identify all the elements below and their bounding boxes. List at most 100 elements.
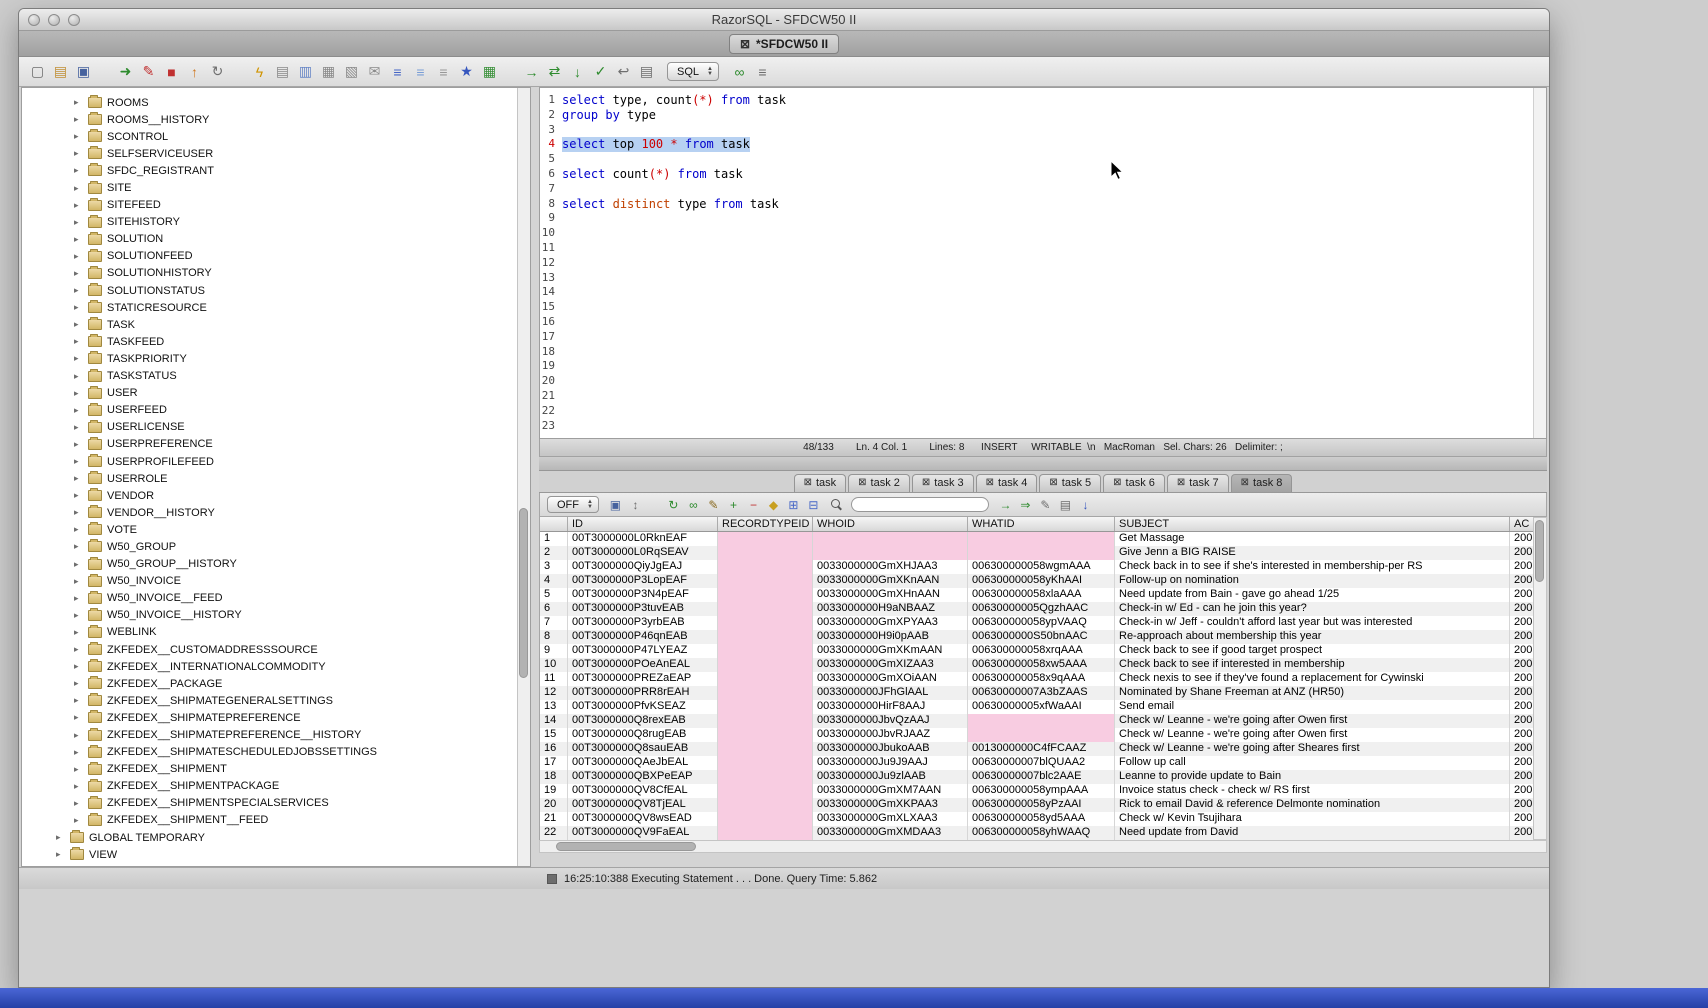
table-cell[interactable]: 006300000058xw5AAA [968, 658, 1115, 672]
command-list-icon[interactable]: ≡ [753, 62, 772, 81]
table-cell[interactable]: Check back in to see if she's interested… [1115, 560, 1510, 574]
column-header-whoid[interactable]: WHOID [813, 517, 968, 531]
table-cell[interactable]: Check-in w/ Jeff - couldn't afford last … [1115, 616, 1510, 630]
table-cell[interactable]: 00T3000000QAeJbEAL [568, 756, 718, 770]
table-cell[interactable]: 0033000000GmXIZAA3 [813, 658, 968, 672]
table-row[interactable]: 1000T3000000POeAnEAL0033000000GmXIZAA300… [540, 658, 1533, 672]
tree-item[interactable]: ▸ZKFEDEX__CUSTOMADDRESSSOURCE [22, 641, 517, 658]
table-cell[interactable]: 0033000000GmXMDAA3 [813, 826, 968, 840]
row-number-cell[interactable]: 15 [540, 728, 568, 742]
results-tab[interactable]: ⊠task 7 [1167, 474, 1229, 492]
disclosure-triangle-icon[interactable]: ▸ [74, 644, 83, 655]
table-cell[interactable] [718, 574, 813, 588]
go-forward-icon[interactable]: → [522, 62, 541, 81]
table-cell[interactable]: 200 [1510, 826, 1533, 840]
row-number-cell[interactable]: 4 [540, 574, 568, 588]
disclosure-triangle-icon[interactable]: ▸ [74, 251, 83, 262]
row-number-cell[interactable]: 11 [540, 672, 568, 686]
tree-item[interactable]: ▸ROOMS [22, 94, 517, 111]
table-cell[interactable] [718, 616, 813, 630]
row-number-cell[interactable]: 9 [540, 644, 568, 658]
tree-item[interactable]: ▸ZKFEDEX__SHIPMATEGENERALSETTINGS [22, 692, 517, 709]
table-cell[interactable]: 00T3000000P3yrbEAB [568, 616, 718, 630]
view-text-icon[interactable]: ▤ [1057, 496, 1074, 513]
paste-grid-icon[interactable]: ⊟ [805, 496, 822, 513]
document-tab[interactable]: ⊠ *SFDCW50 II [729, 34, 839, 54]
favorites-icon[interactable]: ★ [457, 62, 476, 81]
table-cell[interactable]: Re-approach about membership this year [1115, 630, 1510, 644]
email-results-icon[interactable]: ✉ [365, 62, 384, 81]
table-cell[interactable]: 00T3000000QV8wsEAD [568, 812, 718, 826]
disclosure-triangle-icon[interactable]: ▸ [74, 747, 83, 758]
table-cell[interactable]: 0033000000H9i0pAAB [813, 630, 968, 644]
table-cell[interactable] [813, 546, 968, 560]
copy-grid-icon[interactable]: ⊞ [785, 496, 802, 513]
table-cell[interactable]: 00T3000000POeAnEAL [568, 658, 718, 672]
tree-item[interactable]: ▸ROOMS__HISTORY [22, 111, 517, 128]
table-cell[interactable] [718, 714, 813, 728]
table-cell[interactable]: 0033000000GmXHnAAN [813, 588, 968, 602]
disclosure-triangle-icon[interactable]: ▸ [74, 336, 83, 347]
table-cell[interactable]: 200 [1510, 630, 1533, 644]
tree-item[interactable]: ▸USERPROFILEFEED [22, 453, 517, 470]
table-cell[interactable]: 0033000000GmXM7AAN [813, 784, 968, 798]
close-tab-icon[interactable]: ⊠ [740, 38, 750, 50]
row-number-cell[interactable]: 12 [540, 686, 568, 700]
disclosure-triangle-icon[interactable]: ▸ [56, 832, 65, 843]
line-text[interactable]: select count(*) from task [562, 167, 743, 182]
table-cell[interactable]: Leanne to provide update to Bain [1115, 770, 1510, 784]
table-cell[interactable]: 00630000005QgzhAAC [968, 602, 1115, 616]
disclosure-triangle-icon[interactable]: ▸ [74, 541, 83, 552]
table-cell[interactable]: 00630000005xfWaAAI [968, 700, 1115, 714]
disclosure-triangle-icon[interactable]: ▸ [74, 388, 83, 399]
tree-item[interactable]: ▸SITEHISTORY [22, 214, 517, 231]
table-cell[interactable]: 00T3000000L0RqSEAV [568, 546, 718, 560]
table-cell[interactable]: 200 [1510, 812, 1533, 826]
table-row[interactable]: 900T3000000P47LYEAZ0033000000GmXKmAAN006… [540, 644, 1533, 658]
disclosure-triangle-icon[interactable]: ▸ [74, 131, 83, 142]
table-row[interactable]: 1600T3000000Q8sauEAB0033000000JbukoAAB00… [540, 742, 1533, 756]
disclosure-triangle-icon[interactable]: ▸ [74, 559, 83, 570]
disclosure-triangle-icon[interactable]: ▸ [74, 730, 83, 741]
row-number-cell[interactable]: 8 [540, 630, 568, 644]
table-cell[interactable] [718, 798, 813, 812]
table-cell[interactable]: 0033000000GmXKnAAN [813, 574, 968, 588]
table-horizontal-scrollbar[interactable] [539, 840, 1547, 853]
tree-item[interactable]: ▸TASKPRIORITY [22, 350, 517, 367]
tree-item[interactable]: ▸W50_INVOICE [22, 573, 517, 590]
table-row[interactable]: 400T3000000P3LopEAF0033000000GmXKnAAN006… [540, 574, 1533, 588]
filter-go-icon[interactable]: → [997, 496, 1014, 513]
table-row[interactable]: 2000T3000000QV8TjEAL0033000000GmXKPAA300… [540, 798, 1533, 812]
tree-item[interactable]: ▸SELFSERVICEUSER [22, 145, 517, 162]
table-cell[interactable]: 200 [1510, 784, 1533, 798]
copy-icon[interactable]: ▤ [273, 62, 292, 81]
tree-item[interactable]: ▸VENDOR [22, 487, 517, 504]
next-result-icon[interactable]: ⇒ [1017, 496, 1034, 513]
horizontal-splitter[interactable] [539, 457, 1547, 471]
table-cell[interactable]: 0033000000GmXHJAA3 [813, 560, 968, 574]
row-number-cell[interactable]: 21 [540, 812, 568, 826]
table-row[interactable]: 1300T3000000PfvKSEAZ0033000000HirF8AAJ00… [540, 700, 1533, 714]
table-cell[interactable]: Follow-up on nomination [1115, 574, 1510, 588]
table-row[interactable]: 1200T3000000PRR8rEAH0033000000JFhGlAAL00… [540, 686, 1533, 700]
table-cell[interactable]: 00T3000000P3tuvEAB [568, 602, 718, 616]
table-cell[interactable]: Check w/ Leanne - we're going after Shea… [1115, 742, 1510, 756]
table-cell[interactable]: Nominated by Shane Freeman at ANZ (HR50) [1115, 686, 1510, 700]
results-tab[interactable]: ⊠task 4 [976, 474, 1038, 492]
fetch-down-icon[interactable]: ↓ [568, 62, 587, 81]
disclosure-triangle-icon[interactable]: ▸ [74, 781, 83, 792]
disclosure-triangle-icon[interactable]: ▸ [74, 319, 83, 330]
disclosure-triangle-icon[interactable]: ▸ [74, 285, 83, 296]
table-cell[interactable]: 200 [1510, 616, 1533, 630]
table-row[interactable]: 700T3000000P3yrbEAB0033000000GmXPYAA3006… [540, 616, 1533, 630]
disclosure-triangle-icon[interactable]: ▸ [74, 815, 83, 826]
disclosure-triangle-icon[interactable]: ▸ [74, 268, 83, 279]
table-cell[interactable]: 006300000058x9qAAA [968, 672, 1115, 686]
table-cell[interactable]: Invoice status check - check w/ RS first [1115, 784, 1510, 798]
table-row[interactable]: 200T3000000L0RqSEAVGive Jenn a BIG RAISE… [540, 546, 1533, 560]
table-cell[interactable] [968, 546, 1115, 560]
delete-row-icon[interactable]: − [745, 496, 762, 513]
table-cell[interactable]: Check w/ Leanne - we're going after Owen… [1115, 714, 1510, 728]
table-cell[interactable]: 0033000000JbvRJAAZ [813, 728, 968, 742]
disclosure-triangle-icon[interactable]: ▸ [74, 473, 83, 484]
